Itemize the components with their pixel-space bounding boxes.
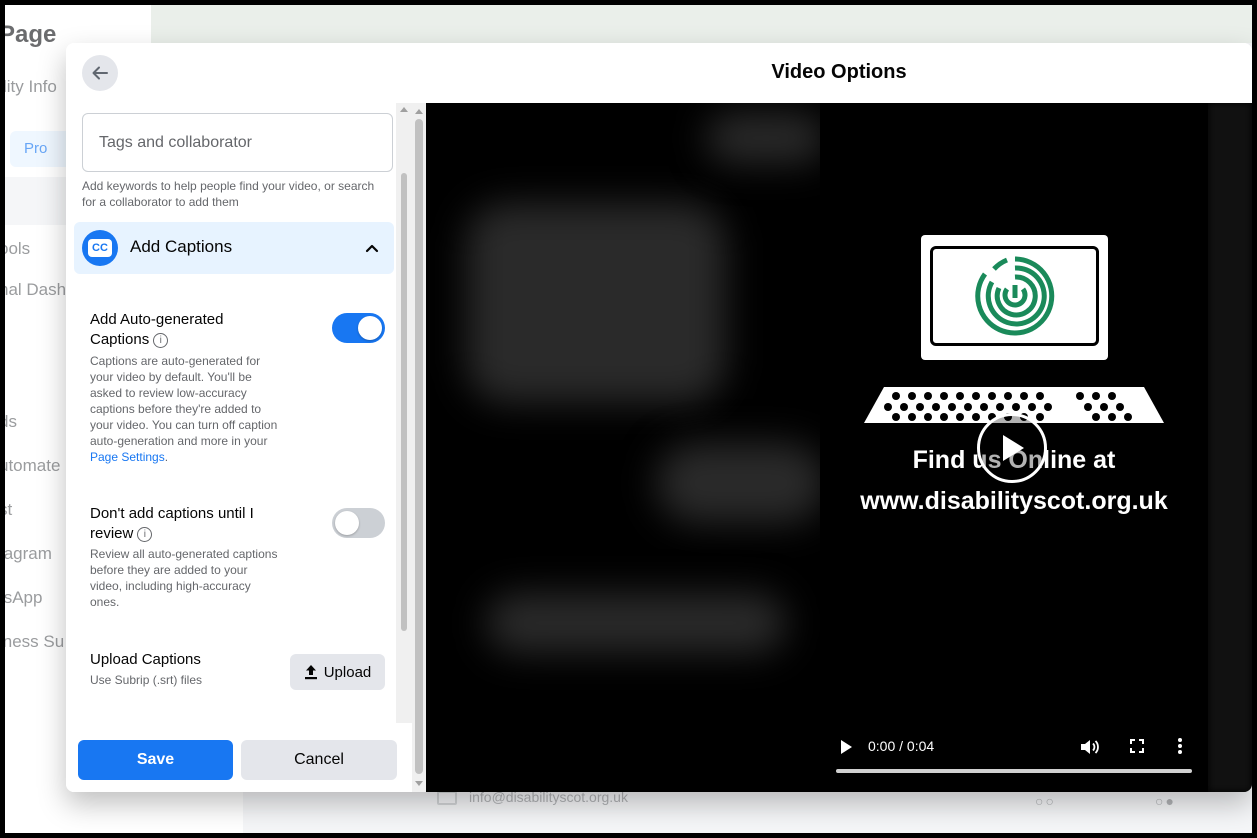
scroll-up-arrow-icon[interactable]	[415, 109, 423, 114]
chevron-up-icon[interactable]	[362, 238, 382, 258]
scroll-up-arrow-icon[interactable]	[400, 107, 408, 112]
upload-icon	[304, 665, 317, 680]
video-blur-background	[706, 113, 826, 163]
volume-icon[interactable]	[1078, 736, 1100, 758]
video-options-dialog: Video Options Add keywords to help peopl…	[66, 43, 1252, 792]
video-side-blur	[1208, 103, 1252, 792]
video-progress-bar[interactable]	[836, 769, 1192, 773]
auto-captions-desc-text: Captions are auto-generated for your vid…	[90, 354, 278, 448]
play-icon	[1003, 435, 1024, 461]
tags-collaborator-input[interactable]	[82, 113, 393, 172]
dialog-footer: Save Cancel	[66, 723, 412, 792]
video-blur-background	[466, 203, 726, 403]
auto-captions-desc-end: .	[164, 450, 169, 464]
video-player[interactable]: Find us Online at www.disabilityscot.org…	[426, 103, 1252, 792]
cancel-button[interactable]: Cancel	[241, 740, 397, 780]
save-button[interactable]: Save	[78, 740, 233, 780]
toggle-knob	[335, 511, 359, 535]
cc-icon: CC	[82, 230, 118, 266]
fullscreen-icon[interactable]	[1128, 737, 1146, 755]
arrow-left-icon	[92, 66, 108, 80]
center-play-button[interactable]	[977, 413, 1047, 483]
upload-button[interactable]: Upload	[290, 654, 385, 690]
dialog-header: Video Options	[66, 43, 1252, 103]
inner-scrollbar[interactable]	[396, 103, 412, 723]
play-icon[interactable]	[838, 738, 854, 756]
video-blur-background	[486, 593, 786, 653]
upload-captions-title: Upload Captions	[90, 651, 201, 668]
info-icon[interactable]: i	[153, 332, 169, 348]
tags-helper-text: Add keywords to help people find your vi…	[82, 179, 375, 209]
time-display: 0:00 / 0:04	[868, 738, 935, 754]
page-settings-link[interactable]: Page Settings	[90, 450, 165, 464]
video-caption-line-2: www.disabilityscot.org.uk	[860, 487, 1168, 515]
auto-captions-toggle[interactable]	[332, 313, 385, 343]
upload-captions-description: Use Subrip (.srt) files	[90, 673, 203, 687]
back-button[interactable]	[82, 55, 118, 91]
auto-captions-title: Add Auto-generated Captions i	[90, 310, 270, 350]
review-captions-description: Review all auto-generated captions befor…	[90, 547, 278, 609]
scroll-down-arrow-icon[interactable]	[415, 781, 423, 786]
auto-captions-description: Captions are auto-generated for your vid…	[90, 353, 280, 465]
monitor-graphic	[921, 235, 1108, 360]
toggle-knob	[358, 316, 382, 340]
scrollbar-thumb[interactable]	[401, 173, 407, 631]
monitor-screen	[930, 246, 1099, 346]
review-captions-title: Don't add captions until I review i	[90, 504, 270, 544]
add-captions-title: Add Captions	[130, 237, 233, 256]
add-captions-section-header[interactable]: CC Add Captions	[74, 222, 394, 274]
outer-scrollbar[interactable]	[412, 103, 426, 792]
video-frame[interactable]: Find us Online at www.disabilityscot.org…	[820, 103, 1208, 792]
upload-button-label: Upload	[323, 663, 372, 681]
review-captions-toggle[interactable]	[332, 508, 385, 538]
disability-scot-logo-icon	[974, 256, 1054, 336]
video-blur-background	[656, 443, 826, 523]
info-icon[interactable]: i	[137, 526, 153, 542]
cc-icon-label: CC	[88, 239, 112, 257]
video-controls: 0:00 / 0:04	[820, 728, 1208, 768]
scrollbar-thumb[interactable]	[415, 119, 423, 774]
more-options-icon[interactable]	[1176, 736, 1184, 756]
options-scroll-area[interactable]: Add keywords to help people find your vi…	[66, 103, 396, 723]
review-captions-title-text: Don't add captions until I review	[90, 505, 254, 542]
options-panel: Add keywords to help people find your vi…	[66, 103, 426, 792]
dialog-title: Video Options	[771, 61, 907, 83]
